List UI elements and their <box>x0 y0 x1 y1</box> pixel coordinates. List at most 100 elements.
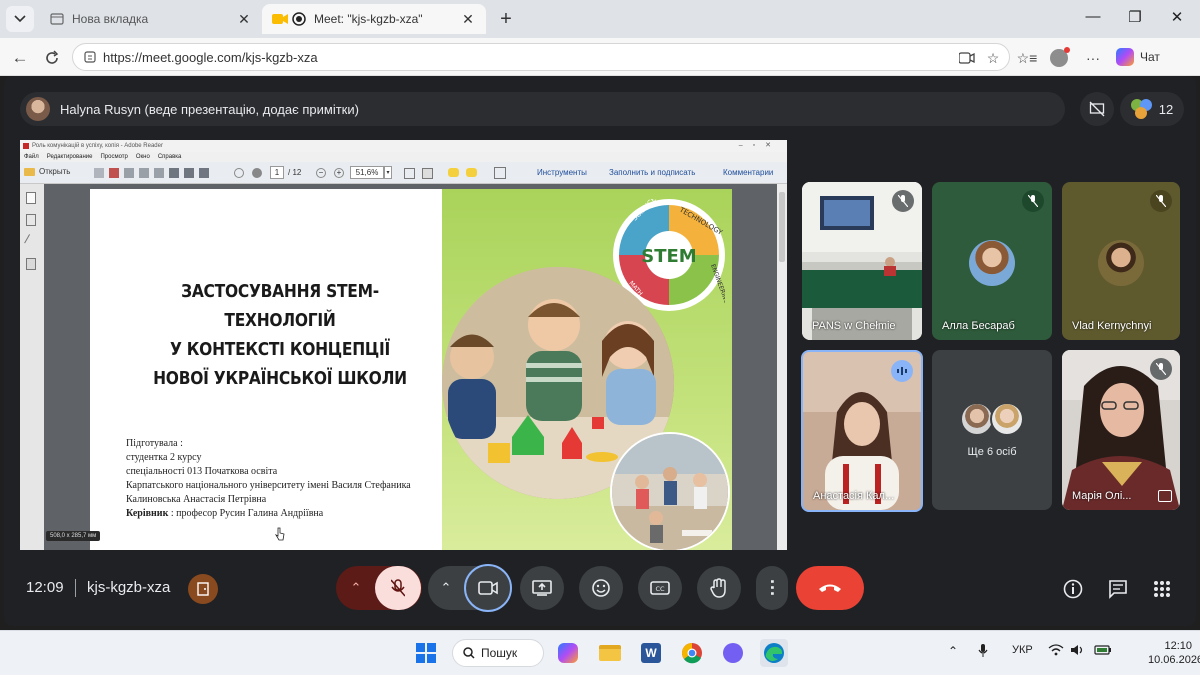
zoom-in-icon[interactable]: + <box>334 168 344 178</box>
viber-app-icon[interactable] <box>719 639 747 667</box>
save-icon[interactable] <box>169 168 179 178</box>
tab-meet[interactable]: Meet: "kjs-kgzb-xza" ✕ <box>262 4 486 34</box>
restore-button[interactable]: ❐ <box>1120 8 1150 26</box>
wifi-icon[interactable] <box>1048 644 1064 659</box>
tab-new-tab[interactable]: Нова вкладка ✕ <box>40 4 262 34</box>
tab-actions-menu[interactable] <box>6 6 34 32</box>
page-total: / 12 <box>288 168 302 177</box>
fit-page-icon[interactable] <box>404 168 415 179</box>
more-participants-tile[interactable]: Ще 6 осіб <box>932 350 1052 510</box>
shared-screen: Роль комунікацій в успіху, копія - Adobe… <box>20 140 787 550</box>
participant-tile[interactable]: Алла Бесараб <box>932 182 1052 340</box>
participant-tile[interactable]: PANS w Chełmie <box>802 182 922 340</box>
cloud-icon[interactable] <box>139 168 149 178</box>
copilot-chat-button[interactable]: Чат <box>1116 44 1192 70</box>
word-app-icon[interactable]: W <box>637 639 665 667</box>
info-line: спеціальності 013 Початкова освіта <box>126 466 278 477</box>
file-explorer-icon[interactable] <box>596 639 624 667</box>
activities-button[interactable] <box>1149 576 1175 602</box>
next-page-icon[interactable] <box>252 168 262 178</box>
url-field[interactable]: https://meet.google.com/kjs-kgzb-xza <box>72 43 1010 71</box>
pin-tile-icon[interactable] <box>1158 490 1172 502</box>
highlight-icon[interactable] <box>466 168 477 177</box>
host-controls-button[interactable] <box>188 574 218 604</box>
meeting-details-button[interactable] <box>1060 576 1086 602</box>
present-button[interactable] <box>520 566 564 610</box>
battery-icon[interactable] <box>1094 644 1112 659</box>
participants-button[interactable]: 12 <box>1120 92 1184 126</box>
copilot-app-icon[interactable] <box>554 639 582 667</box>
open-button[interactable]: Открыть <box>24 167 70 176</box>
menu-view[interactable]: Просмотр <box>100 152 127 162</box>
create-pdf-icon[interactable] <box>109 168 119 178</box>
close-window-button[interactable]: ✕ <box>1162 8 1192 26</box>
zoom-field[interactable]: 51,6% <box>350 166 384 179</box>
mic-off-icon <box>1022 190 1044 212</box>
site-info-icon[interactable] <box>83 50 97 69</box>
more-menu-icon[interactable]: ··· <box>1082 47 1104 69</box>
close-tab-icon[interactable]: ✕ <box>460 11 476 28</box>
edge-app-icon[interactable] <box>760 639 788 667</box>
favorites-list-icon[interactable]: ☆≡ <box>1016 47 1038 69</box>
stem-engineering-label: ENGINEERING <box>709 263 725 305</box>
reactions-button[interactable] <box>579 566 623 610</box>
thumbnails-icon[interactable] <box>26 192 36 204</box>
reload-button[interactable] <box>40 46 64 70</box>
chat-button[interactable] <box>1105 576 1131 602</box>
taskbar-search[interactable]: Пошук <box>452 639 544 667</box>
email-icon[interactable] <box>199 168 209 178</box>
mic-options-chevron-icon[interactable]: ⌃ <box>337 566 375 610</box>
participant-tile[interactable]: Марія Олі... <box>1062 350 1180 510</box>
start-button[interactable] <box>412 639 440 667</box>
participant-tile-speaking[interactable]: Анастасія Кал... <box>801 350 923 512</box>
new-tab-button[interactable]: + <box>494 8 518 31</box>
close-tab-icon[interactable]: ✕ <box>236 11 252 28</box>
chrome-app-icon[interactable] <box>678 639 706 667</box>
hide-presentation-button[interactable] <box>1080 92 1114 126</box>
mic-toggle-button[interactable] <box>375 566 421 610</box>
edit-icon[interactable] <box>124 168 134 178</box>
attachments-icon[interactable] <box>24 234 38 248</box>
minimize-button[interactable]: — <box>1078 8 1108 25</box>
classroom-photo <box>610 432 730 550</box>
menu-help[interactable]: Справка <box>158 152 182 162</box>
slide-title-line: НОВОЇ УКРАЇНСЬКОЇ ШКОЛИ <box>153 368 407 389</box>
page-number-input[interactable]: 1 <box>270 166 284 179</box>
prev-page-icon[interactable] <box>234 168 244 178</box>
menu-file[interactable]: Файл <box>24 152 39 162</box>
volume-icon[interactable] <box>1070 644 1086 659</box>
clock-area[interactable]: 12:10 10.06.2026 <box>1142 639 1200 667</box>
leave-call-button[interactable] <box>796 566 864 610</box>
comments-link[interactable]: Комментарии <box>723 168 773 177</box>
profile-avatar[interactable] <box>1048 47 1070 69</box>
bookmarks-icon[interactable] <box>26 214 36 226</box>
share-icon[interactable] <box>154 168 164 178</box>
print-icon[interactable] <box>94 168 104 178</box>
menu-window[interactable]: Окно <box>136 152 150 162</box>
camera-toggle-button[interactable] <box>464 564 512 612</box>
print2-icon[interactable] <box>184 168 194 178</box>
menu-edit[interactable]: Редактирование <box>47 152 93 162</box>
closed-captions-icon: CC <box>650 581 670 595</box>
fill-sign-link[interactable]: Заполнить и подписать <box>609 168 695 177</box>
scroll-thumb[interactable] <box>779 192 785 262</box>
camera-options-chevron-icon[interactable]: ⌃ <box>428 566 464 610</box>
fullscreen-icon[interactable] <box>494 167 506 179</box>
reader-scrollbar[interactable] <box>777 184 787 550</box>
more-options-button[interactable]: ··· <box>756 566 788 610</box>
zoom-dropdown-icon[interactable]: ▾ <box>384 166 392 179</box>
participant-tile[interactable]: Vlad Kernychnyi <box>1062 182 1180 340</box>
captions-button[interactable]: CC <box>638 566 682 610</box>
layers-icon[interactable] <box>26 258 36 270</box>
zoom-out-icon[interactable]: − <box>316 168 326 178</box>
comment-icon[interactable] <box>448 168 459 177</box>
back-button[interactable]: ← <box>8 46 32 70</box>
input-language[interactable]: УКР <box>1012 644 1033 656</box>
camera-in-use-icon[interactable] <box>956 47 978 69</box>
fit-width-icon[interactable] <box>422 168 433 179</box>
favorite-star-icon[interactable]: ☆ <box>982 47 1004 69</box>
show-hidden-icons-chevron-icon[interactable]: ⌃ <box>948 644 958 658</box>
raise-hand-button[interactable] <box>697 566 741 610</box>
microphone-tray-icon[interactable] <box>978 644 988 661</box>
tools-link[interactable]: Инструменты <box>537 168 587 177</box>
